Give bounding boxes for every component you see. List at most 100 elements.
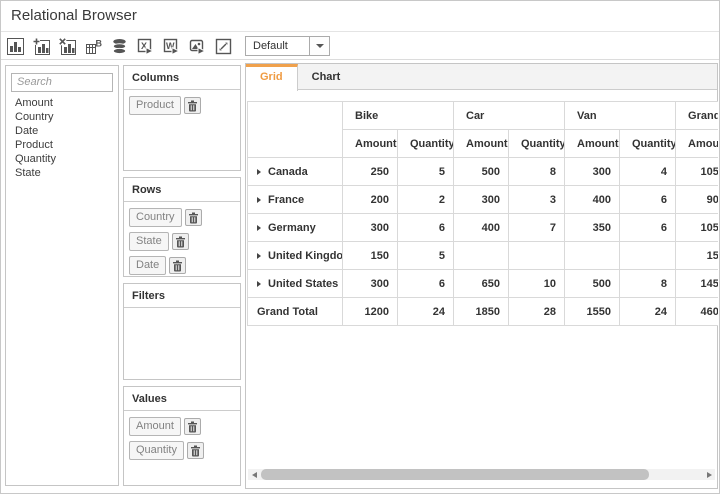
expand-icon[interactable] [257,197,261,203]
cell: 24 [398,298,454,326]
scroll-left-button[interactable] [248,469,260,480]
filters-section-title: Filters [124,284,240,308]
cell: 650 [454,270,509,298]
remove-report-icon [59,38,76,55]
pivot-table: Bike Car Van Grand Total Amount Quantity… [247,101,718,326]
chip-label[interactable]: Quantity [129,441,184,460]
remove-field-button[interactable] [184,418,201,435]
tab-chart[interactable]: Chart [298,64,355,89]
page-title: Relational Browser [1,1,719,31]
export-excel-icon: X [137,38,154,55]
remove-report-button[interactable] [59,38,76,55]
maximize-button[interactable] [215,38,232,55]
expand-icon[interactable] [257,253,261,259]
new-report-button[interactable] [7,38,24,55]
cell: 5 [398,158,454,186]
export-word-button[interactable]: W [163,38,180,55]
cell [620,242,676,270]
field-item-date[interactable]: Date [6,124,118,138]
row-chip-country: Country [129,208,202,227]
field-item-state[interactable]: State [6,166,118,180]
chip-label[interactable]: Country [129,208,182,227]
field-item-quantity[interactable]: Quantity [6,152,118,166]
cell: 2 [398,186,454,214]
trash-icon [190,445,201,457]
tab-grid[interactable]: Grid [246,64,298,91]
search-input[interactable] [11,73,113,92]
value-header: Quantity [620,130,676,158]
cell [565,242,620,270]
rows-section-title: Rows [124,178,240,202]
cell: 7 [509,214,565,242]
remove-field-button[interactable] [172,233,189,250]
cell: 5 [398,242,454,270]
row-header-united-states[interactable]: United States [248,270,343,298]
row-header-united-kingdom[interactable]: United Kingdom [248,242,343,270]
cell: 1050 [676,158,718,186]
chevron-down-icon [316,44,324,48]
remove-field-button[interactable] [169,257,186,274]
svg-text:B: B [96,38,103,48]
scrollbar-thumb[interactable] [261,469,649,480]
columns-drop-area[interactable]: Product [124,90,240,115]
chip-label[interactable]: Product [129,96,181,115]
value-chip-amount: Amount [129,417,201,436]
values-drop-area[interactable]: Amount Quantity [124,411,240,460]
scroll-left-icon [252,472,257,478]
cell: 28 [509,298,565,326]
column-group-grand-total: Grand Total [676,102,718,130]
database-button[interactable] [111,38,128,55]
cell: 3 [509,186,565,214]
scroll-right-button[interactable] [703,469,715,480]
report-combobox-value[interactable]: Default [246,37,309,55]
row-header-canada[interactable]: Canada [248,158,343,186]
trash-icon [175,236,186,248]
cell: 500 [454,158,509,186]
remove-field-button[interactable] [184,97,201,114]
title-bar: Relational Browser [1,1,719,32]
relational-browser-window: { "window": { "title": "Relational Brows… [0,0,720,494]
trash-icon [187,100,198,112]
export-pdf-icon [189,38,206,55]
cell: 300 [343,214,398,242]
column-group-bike: Bike [343,102,454,130]
export-excel-button[interactable]: X [137,38,154,55]
filters-drop-area[interactable] [124,308,240,314]
cell: 350 [565,214,620,242]
row-header-france[interactable]: France [248,186,343,214]
cell: 400 [565,186,620,214]
remove-field-button[interactable] [187,442,204,459]
add-report-button[interactable] [33,38,50,55]
values-section-title: Values [124,387,240,411]
field-item-product[interactable]: Product [6,138,118,152]
expand-icon[interactable] [257,169,261,175]
expand-icon[interactable] [257,225,261,231]
field-item-country[interactable]: Country [6,110,118,124]
grand-total-row: Grand Total 1200 24 1850 28 1550 24 4600 [248,298,719,326]
chip-label[interactable]: Amount [129,417,181,436]
chip-label[interactable]: Date [129,256,166,275]
report-combobox[interactable]: Default [245,36,330,56]
field-item-amount[interactable]: Amount [6,96,118,110]
table-row: France 200 2 300 3 400 6 900 [248,186,719,214]
trash-icon [172,260,183,272]
cell: 900 [676,186,718,214]
cell: 24 [620,298,676,326]
export-pdf-button[interactable] [189,38,206,55]
horizontal-scrollbar[interactable] [248,469,715,480]
pivot-grid: Bike Car Van Grand Total Amount Quantity… [247,101,718,328]
rename-report-button[interactable]: B [85,38,102,55]
value-header: Amount [676,130,718,158]
expand-icon[interactable] [257,281,261,287]
add-report-icon [33,38,50,55]
rows-drop-area[interactable]: Country State Date [124,202,240,275]
new-report-icon [7,38,24,55]
values-section: Values Amount Quantity [123,386,241,486]
remove-field-button[interactable] [185,209,202,226]
report-combobox-dropdown-button[interactable] [309,37,329,55]
cell: 150 [676,242,718,270]
cell [509,242,565,270]
chip-label[interactable]: State [129,232,169,251]
row-header-germany[interactable]: Germany [248,214,343,242]
cell: 1200 [343,298,398,326]
